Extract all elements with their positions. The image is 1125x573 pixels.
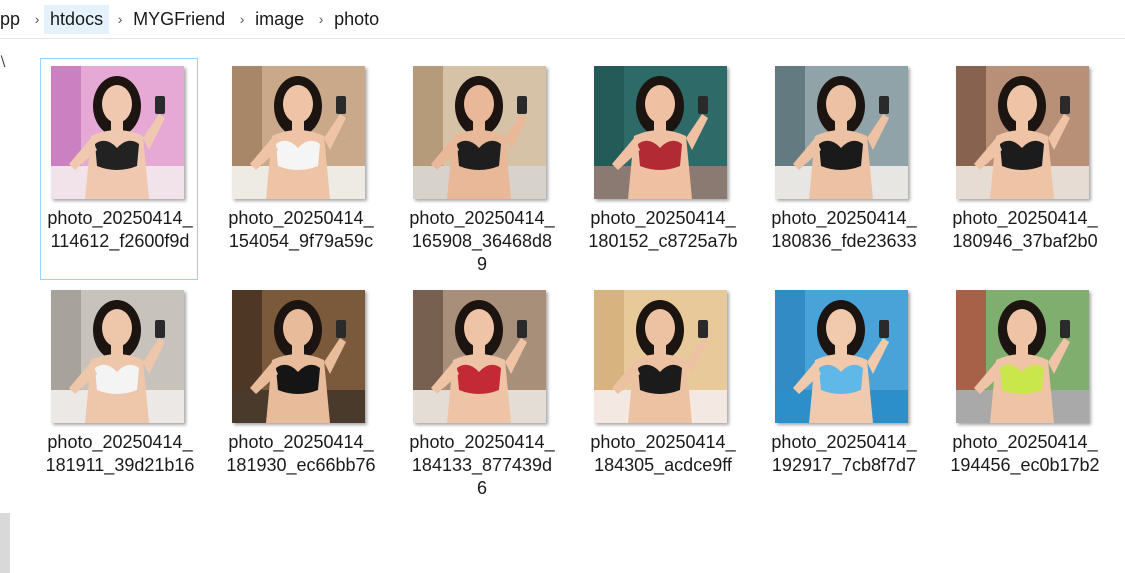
file-item[interactable]: photo_20250414_154054_9f79a59c (221, 58, 379, 280)
image-thumbnail[interactable] (413, 66, 546, 199)
scrollbar-thumb[interactable] (0, 513, 10, 573)
file-item[interactable]: photo_20250414_180836_fde23633 (764, 58, 922, 280)
file-item[interactable]: photo_20250414_184305_acdce9ff (583, 282, 741, 504)
image-thumbnail[interactable] (413, 290, 546, 423)
image-thumbnail[interactable] (956, 66, 1089, 199)
file-item[interactable]: photo_20250414_184133_877439d6 (402, 282, 560, 504)
image-thumbnail[interactable] (51, 66, 184, 199)
file-item[interactable]: photo_20250414_181911_39d21b16 (40, 282, 198, 504)
file-item[interactable]: photo_20250414_194456_ec0b17b2 (945, 282, 1103, 504)
file-item[interactable]: photo_20250414_180946_37baf2b0 (945, 58, 1103, 280)
image-thumbnail[interactable] (51, 290, 184, 423)
file-item[interactable]: photo_20250414_192917_7cb8f7d7 (764, 282, 922, 504)
breadcrumb-item-photo[interactable]: photo (328, 5, 385, 34)
file-item[interactable]: photo_20250414_180152_c8725a7b (583, 58, 741, 280)
image-thumbnail[interactable] (956, 290, 1089, 423)
breadcrumb-item-image[interactable]: image (249, 5, 310, 34)
file-name-label: photo_20250414_114612_f2600f9d (47, 208, 193, 251)
expand-caret-icon[interactable]: ∖ (0, 53, 7, 70)
image-thumbnail[interactable] (232, 66, 365, 199)
file-name-label: photo_20250414_184133_877439d6 (409, 432, 555, 498)
file-name-label: photo_20250414_180946_37baf2b0 (952, 208, 1098, 251)
breadcrumb-item-htdocs[interactable]: htdocs (44, 4, 110, 34)
file-item[interactable]: photo_20250414_114612_f2600f9d (40, 58, 198, 280)
image-thumbnail[interactable] (594, 66, 727, 199)
image-thumbnail[interactable] (775, 66, 908, 199)
image-thumbnail[interactable] (594, 290, 727, 423)
image-thumbnail[interactable] (232, 290, 365, 423)
file-name-label: photo_20250414_192917_7cb8f7d7 (771, 432, 917, 475)
file-name-label: photo_20250414_180836_fde23633 (771, 208, 917, 251)
file-item[interactable]: photo_20250414_165908_36468d89 (402, 58, 560, 280)
file-name-label: photo_20250414_194456_ec0b17b2 (950, 432, 1100, 475)
file-name-label: photo_20250414_154054_9f79a59c (228, 208, 374, 251)
file-item[interactable]: photo_20250414_181930_ec66bb76 (221, 282, 379, 504)
file-name-label: photo_20250414_184305_acdce9ff (590, 432, 736, 475)
file-name-label: photo_20250414_180152_c8725a7b (588, 208, 738, 251)
navigation-pane-edge[interactable]: ∖ (0, 39, 12, 573)
breadcrumb: pp › htdocs › MYGFriend › image › photo (0, 0, 1125, 39)
image-thumbnail[interactable] (775, 290, 908, 423)
file-name-label: photo_20250414_181930_ec66bb76 (226, 432, 376, 475)
breadcrumb-item-mygfriend[interactable]: MYGFriend (127, 5, 231, 34)
file-name-label: photo_20250414_165908_36468d89 (409, 208, 555, 274)
file-name-label: photo_20250414_181911_39d21b16 (45, 432, 195, 475)
breadcrumb-item-pp[interactable]: pp (0, 5, 26, 34)
